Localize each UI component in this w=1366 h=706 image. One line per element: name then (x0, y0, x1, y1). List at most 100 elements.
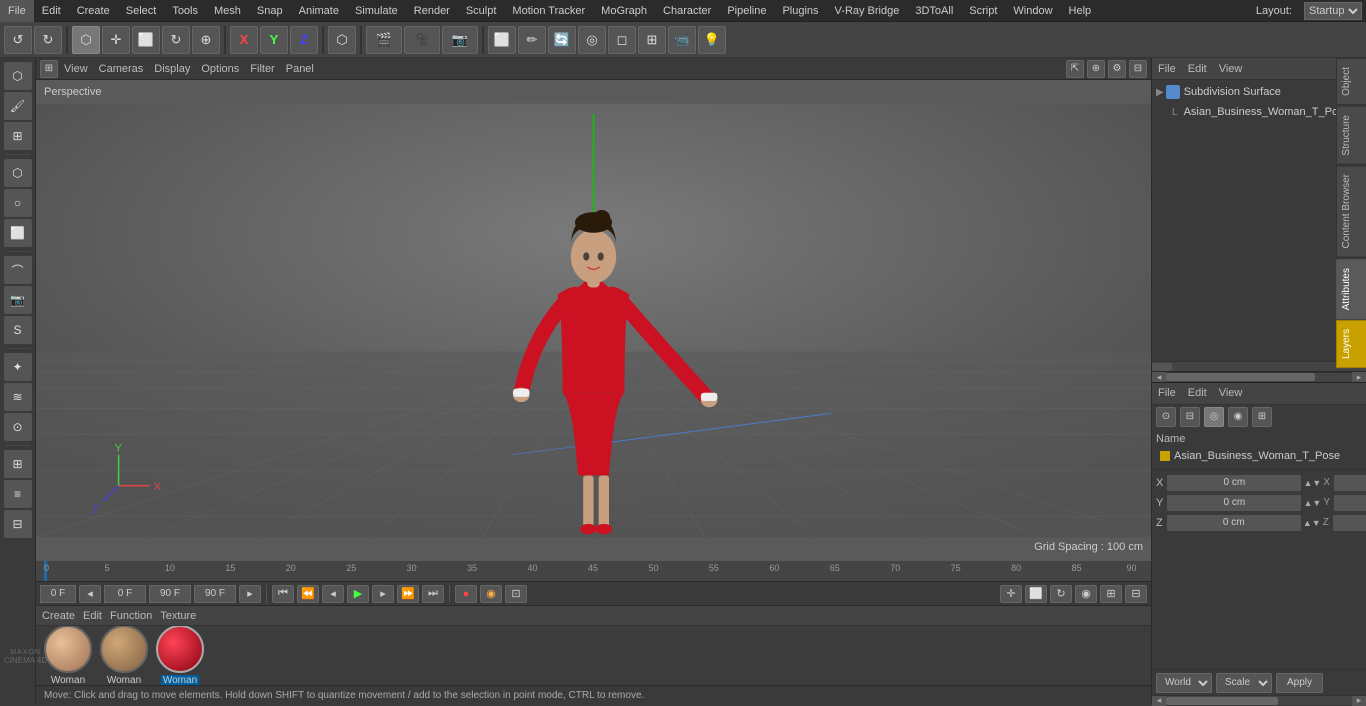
mat-create[interactable]: Create (42, 610, 75, 622)
frame-step-left[interactable]: ◂ (79, 585, 101, 603)
horizontal-scrollbar-top[interactable]: ◂ ▸ (1152, 372, 1366, 382)
lt-floor[interactable]: ⊞ (4, 450, 32, 478)
obj-view[interactable]: View (1213, 58, 1249, 80)
menu-script[interactable]: Script (961, 0, 1005, 22)
coord-x-val2[interactable] (1334, 475, 1366, 491)
menu-motiontracker[interactable]: Motion Tracker (504, 0, 593, 22)
current-frame-input[interactable] (104, 585, 146, 603)
menu-3dtoall[interactable]: 3DToAll (907, 0, 961, 22)
view-loop-button[interactable]: 🔄 (548, 26, 576, 54)
hscroll2-left[interactable]: ◂ (1152, 696, 1166, 706)
mat-texture[interactable]: Texture (160, 610, 196, 622)
key-button[interactable]: ⊡ (505, 585, 527, 603)
menu-snap[interactable]: Snap (249, 0, 291, 22)
timeline-ruler[interactable]: 0 5 10 15 20 25 30 35 40 45 50 55 60 65 … (36, 561, 1151, 581)
name-item[interactable]: Asian_Business_Woman_T_Pose (1156, 447, 1362, 465)
view-draw-button[interactable]: ✏ (518, 26, 546, 54)
vp-display[interactable]: Display (149, 62, 195, 76)
menu-window[interactable]: Window (1005, 0, 1060, 22)
render-view-button[interactable]: 🎥 (404, 26, 440, 54)
vp-icon-center[interactable]: ⊕ (1087, 60, 1105, 78)
lt-sculpt[interactable]: ⊙ (4, 413, 32, 441)
lt-poly[interactable]: ⬡ (4, 159, 32, 187)
axis-x-button[interactable]: X (230, 26, 258, 54)
preview-button[interactable]: ⊟ (1125, 585, 1147, 603)
view-floor-button[interactable]: ⊞ (638, 26, 666, 54)
grid-button[interactable]: ⊞ (1100, 585, 1122, 603)
menu-vray[interactable]: V-Ray Bridge (827, 0, 908, 22)
view-light-button[interactable]: 💡 (698, 26, 726, 54)
axis-y-button[interactable]: Y (260, 26, 288, 54)
menu-mesh[interactable]: Mesh (206, 0, 249, 22)
lt-floor2[interactable]: ≡ (4, 480, 32, 508)
fcurve-button[interactable]: ↻ (1050, 585, 1072, 603)
menu-create[interactable]: Create (69, 0, 118, 22)
record-button[interactable]: ● (455, 585, 477, 603)
vp-cameras[interactable]: Cameras (94, 62, 149, 76)
vp-options[interactable]: Options (196, 62, 244, 76)
menu-mograph[interactable]: MoGraph (593, 0, 655, 22)
material-item-2[interactable]: Woman (156, 626, 204, 685)
go-to-start-button[interactable]: ⏮ (272, 585, 294, 603)
obj-file[interactable]: File (1152, 58, 1182, 80)
coord-scale-dropdown[interactable]: Scale (1216, 673, 1272, 693)
tab-layers[interactable]: Layers (1336, 320, 1366, 368)
key-mode-button[interactable]: ⬜ (1025, 585, 1047, 603)
lt-s-icon[interactable]: S (4, 316, 32, 344)
frame-end-input[interactable] (149, 585, 191, 603)
obj-edit[interactable]: Edit (1182, 58, 1213, 80)
mat-function[interactable]: Function (110, 610, 152, 622)
hscroll2-right[interactable]: ▸ (1352, 696, 1366, 706)
vp-icon-1[interactable]: ⊞ (40, 60, 58, 78)
undo-button[interactable]: ↺ (4, 26, 32, 54)
view-camera-button[interactable]: 📹 (668, 26, 696, 54)
tab-structure[interactable]: Structure (1336, 106, 1366, 165)
hscroll-track[interactable] (1166, 373, 1352, 381)
vp-icon-expand[interactable]: ⇱ (1066, 60, 1084, 78)
step-forward-button[interactable]: ⏩ (397, 585, 419, 603)
attr-tab-5[interactable]: ⊞ (1252, 407, 1272, 427)
lt-curve[interactable]: ⌒ (4, 256, 32, 284)
play-forward-button[interactable]: ▸ (372, 585, 394, 603)
menu-select[interactable]: Select (118, 0, 165, 22)
frame-start-input[interactable] (40, 585, 76, 603)
coord-x-pos[interactable] (1167, 475, 1301, 491)
attr-tab-1[interactable]: ⊙ (1156, 407, 1176, 427)
view-magnet-button[interactable]: ◎ (578, 26, 606, 54)
menu-plugins[interactable]: Plugins (774, 0, 826, 22)
lt-camera[interactable]: 📷 (4, 286, 32, 314)
menu-help[interactable]: Help (1061, 0, 1100, 22)
menu-edit[interactable]: Edit (34, 0, 69, 22)
play-backward-button[interactable]: ◂ (322, 585, 344, 603)
menu-render[interactable]: Render (406, 0, 458, 22)
material-item-0[interactable]: Woman (44, 626, 92, 685)
menu-tools[interactable]: Tools (164, 0, 206, 22)
material-item-1[interactable]: Woman (100, 626, 148, 685)
play-button[interactable]: ▶ (347, 585, 369, 603)
vp-view[interactable]: View (59, 62, 93, 76)
rotate-tool-button[interactable]: ↻ (162, 26, 190, 54)
attr-view[interactable]: View (1213, 382, 1249, 404)
lt-floor3[interactable]: ⊟ (4, 510, 32, 538)
obj-scrollbar[interactable] (1152, 361, 1366, 371)
menu-file[interactable]: File (0, 0, 34, 22)
coord-apply-button[interactable]: Apply (1276, 673, 1323, 693)
attr-file[interactable]: File (1152, 382, 1182, 404)
lt-cube[interactable]: ⬜ (4, 219, 32, 247)
vp-filter[interactable]: Filter (245, 62, 279, 76)
object-mode-button[interactable]: ⬡ (328, 26, 356, 54)
motion-mode-button[interactable]: ✛ (1000, 585, 1022, 603)
menu-sculpt[interactable]: Sculpt (458, 0, 505, 22)
horizontal-scrollbar-bottom[interactable]: ◂ ▸ (1152, 695, 1366, 705)
go-to-end-button[interactable]: ⏭ (422, 585, 444, 603)
menu-character[interactable]: Character (655, 0, 719, 22)
coord-y-arrow[interactable]: ▲▼ (1305, 496, 1319, 510)
redo-button[interactable]: ↻ (34, 26, 62, 54)
view-perspective-button[interactable]: ⬜ (488, 26, 516, 54)
tab-attributes[interactable]: Attributes (1336, 259, 1366, 319)
vp-icon-split[interactable]: ⊟ (1129, 60, 1147, 78)
lt-paint[interactable]: 🖌 (4, 92, 32, 120)
coord-z-val2[interactable] (1333, 515, 1366, 531)
vp-icon-options[interactable]: ⚙ (1108, 60, 1126, 78)
hscroll2-thumb[interactable] (1166, 697, 1278, 705)
